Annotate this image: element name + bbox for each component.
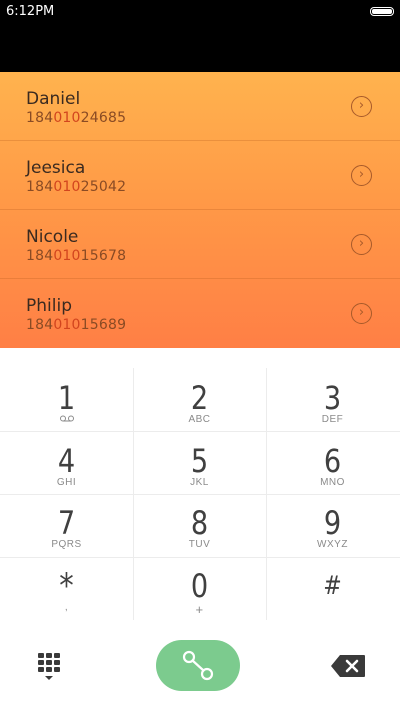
key-7[interactable]: 7 PQRS [0, 503, 133, 565]
status-time: 6:12PM [6, 4, 55, 19]
number-suffix: 24685 [80, 110, 127, 126]
number-prefix: 184 [26, 179, 54, 195]
dialpad-icon[interactable] [36, 652, 64, 682]
contact-detail-icon[interactable]: › [351, 165, 372, 186]
key-digit: 7 [57, 504, 76, 542]
contact-detail-icon[interactable]: › [351, 96, 372, 117]
key-6[interactable]: 6 MNO [266, 441, 399, 503]
key-9[interactable]: 9 WXYZ [266, 503, 399, 565]
key-digit: 1 [57, 379, 76, 417]
contact-number: 18401024685 [26, 110, 126, 126]
key-digit: 5 [190, 442, 209, 480]
contact-row[interactable]: Jeesica 18401025042 › [0, 141, 400, 210]
number-match: 010 [53, 179, 81, 195]
key-8[interactable]: 8 TUV [133, 503, 266, 565]
number-suffix: 15678 [80, 248, 127, 264]
status-bar: 6:12PM [0, 0, 400, 72]
call-icon [182, 650, 214, 681]
contact-name: Nicole [26, 227, 79, 247]
key-digit: 4 [57, 442, 76, 480]
key-digit: 3 [323, 379, 342, 417]
contact-row[interactable]: Philip 18401015689 › [0, 279, 400, 348]
key-digit: 0 [190, 567, 209, 605]
key-3[interactable]: 3 DEF [266, 378, 399, 440]
contact-name: Jeesica [26, 158, 86, 178]
contact-number: 18401015678 [26, 248, 126, 264]
number-match: 010 [53, 248, 81, 264]
number-prefix: 184 [26, 110, 54, 126]
number-suffix: 25042 [80, 179, 127, 195]
contact-number: 18401015689 [26, 317, 126, 333]
contact-detail-icon[interactable]: › [351, 234, 372, 255]
key-digit: 8 [190, 504, 209, 542]
number-match: 010 [53, 110, 81, 126]
key-digit: 6 [323, 442, 342, 480]
contact-name: Philip [26, 296, 72, 316]
backspace-icon[interactable] [330, 654, 366, 678]
key-star[interactable]: * , [0, 566, 133, 628]
battery-icon [370, 7, 394, 16]
contact-number: 18401025042 [26, 179, 126, 195]
contact-row[interactable]: Nicole 18401015678 › [0, 210, 400, 279]
key-digit: # [323, 571, 342, 601]
key-4[interactable]: 4 GHI [0, 441, 133, 503]
key-digit: 2 [190, 379, 209, 417]
key-5[interactable]: 5 JKL [133, 441, 266, 503]
call-button[interactable] [156, 640, 240, 691]
number-prefix: 184 [26, 248, 54, 264]
key-1[interactable]: 1 [0, 378, 133, 440]
number-suffix: 15689 [80, 317, 127, 333]
contact-name: Daniel [26, 89, 81, 109]
key-digit: 9 [323, 504, 342, 542]
contact-detail-icon[interactable]: › [351, 303, 372, 324]
key-hash[interactable]: # [266, 566, 399, 628]
contact-suggestion-list: Daniel 18401024685 › Jeesica 18401025042… [0, 72, 400, 348]
dial-keypad: 1 2 ABC 3 DEF 4 GHI 5 JKL 6 MNO 7 PQRS 8… [0, 348, 400, 622]
key-0[interactable]: 0 + [133, 566, 266, 628]
number-match: 010 [53, 317, 81, 333]
dialer-action-bar [0, 622, 400, 711]
key-digit: * [59, 566, 74, 606]
key-2[interactable]: 2 ABC [133, 378, 266, 440]
contact-row[interactable]: Daniel 18401024685 › [0, 72, 400, 141]
number-prefix: 184 [26, 317, 54, 333]
